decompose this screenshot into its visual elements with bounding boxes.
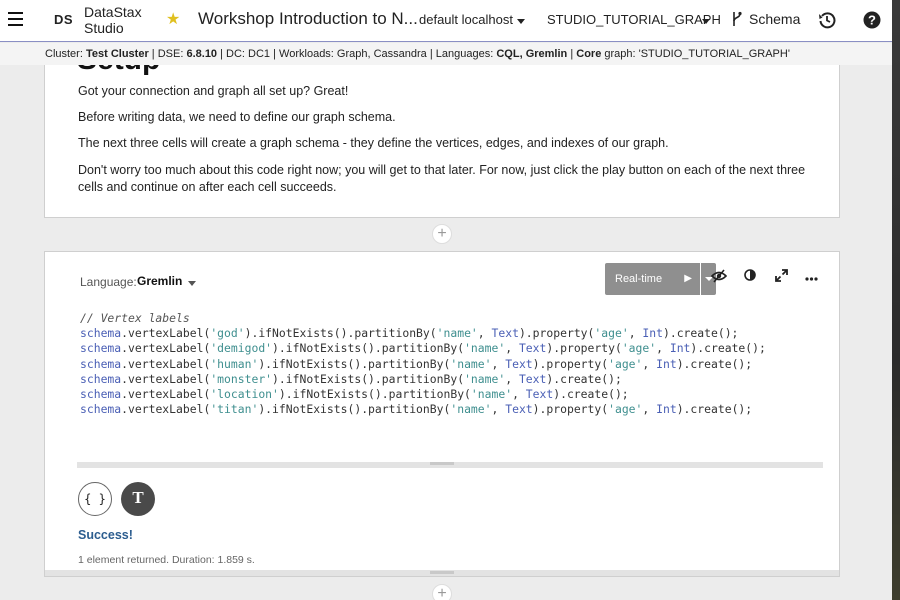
core-label: Core — [576, 48, 602, 60]
expand-icon[interactable] — [775, 269, 788, 282]
language-label: Language: — [80, 275, 137, 289]
code-line: schema.vertexLabel('god').ifNotExists().… — [80, 326, 739, 341]
result-status: Success! — [78, 528, 133, 542]
favorite-star-icon[interactable]: ★ — [166, 9, 180, 29]
code-comment: // Vertex labels — [80, 311, 190, 325]
code-line: schema.vertexLabel('demigod').ifNotExist… — [80, 341, 766, 356]
paragraph-1: Got your connection and graph all set up… — [78, 84, 349, 98]
connection-caret-icon[interactable] — [517, 19, 525, 24]
schema-button[interactable]: Schema — [731, 11, 800, 27]
language-caret-icon[interactable] — [188, 281, 196, 286]
run-realtime-button[interactable]: Real-time ▶ — [605, 263, 700, 295]
dse-label: DSE: — [157, 48, 184, 60]
menu-icon[interactable] — [8, 12, 23, 26]
help-icon[interactable]: ? — [863, 11, 881, 29]
toggle-icon[interactable] — [744, 269, 756, 281]
app-logo: DS — [54, 12, 74, 27]
datacenter: DC: DC1 — [226, 48, 271, 60]
code-editor[interactable]: // Vertex labels schema.vertexLabel('god… — [80, 311, 766, 417]
language-select[interactable]: Gremlin — [137, 274, 182, 288]
brand-line-2: Studio — [84, 20, 124, 36]
add-cell-button-bottom[interactable]: + — [432, 584, 452, 600]
top-bar: DS DataStax Studio ★ Workshop Introducti… — [0, 0, 900, 42]
connection-select[interactable]: default localhost — [419, 12, 513, 27]
json-view-button[interactable]: { } — [78, 482, 112, 516]
workloads: Workloads: Graph, Cassandra — [279, 48, 427, 60]
core-graph: graph: 'STUDIO_TUTORIAL_GRAPH' — [604, 48, 790, 60]
text-view-button[interactable]: T — [121, 482, 155, 516]
code-line: schema.vertexLabel('location').ifNotExis… — [80, 387, 629, 402]
languages: CQL, Gremlin — [496, 48, 568, 60]
brand-line-1: DataStax — [84, 4, 142, 20]
play-icon: ▶ — [684, 273, 692, 284]
notebook-title[interactable]: Workshop Introduction to N... — [198, 9, 418, 29]
window-edge — [892, 0, 900, 600]
schema-branch-icon — [733, 11, 742, 26]
add-cell-button[interactable]: + — [432, 224, 452, 244]
editor-resize-handle[interactable] — [77, 462, 823, 468]
markdown-cell[interactable]: Setup Got your connection and graph all … — [44, 65, 840, 218]
languages-label: Languages: — [435, 48, 494, 60]
run-mode-label: Real-time — [615, 273, 663, 285]
graph-select[interactable]: STUDIO_TUTORIAL_GRAPH — [547, 12, 721, 27]
cluster-name: Test Cluster — [85, 48, 149, 60]
paragraph-3: The next three cells will create a graph… — [78, 136, 669, 150]
code-line: schema.vertexLabel('monster').ifNotExist… — [80, 371, 622, 386]
cluster-label: Cluster: — [45, 48, 83, 60]
paragraph-4: Don't worry too much about this code rig… — [78, 163, 806, 194]
app-brand: DataStax Studio — [84, 4, 142, 36]
schema-label: Schema — [749, 11, 801, 27]
code-line: schema.vertexLabel('human').ifNotExists(… — [80, 356, 753, 371]
history-icon[interactable] — [818, 11, 836, 29]
cluster-status-bar: Cluster: Test Cluster | DSE: 6.8.10 | DC… — [0, 43, 900, 65]
result-resize-handle[interactable] — [45, 570, 839, 576]
code-cell[interactable]: Language: Gremlin Real-time ▶ // Vertex … — [44, 251, 840, 577]
graph-caret-icon[interactable] — [702, 19, 710, 24]
hide-code-icon[interactable] — [711, 269, 727, 283]
paragraph-2: Before writing data, we need to define o… — [78, 110, 396, 124]
more-options-icon[interactable] — [805, 277, 818, 281]
svg-text:?: ? — [868, 13, 876, 28]
code-line: schema.vertexLabel('titan').ifNotExists(… — [80, 402, 753, 417]
result-meta: 1 element returned. Duration: 1.859 s. — [78, 554, 255, 566]
dse-version: 6.8.10 — [186, 48, 218, 60]
cell-heading: Setup — [77, 65, 160, 77]
